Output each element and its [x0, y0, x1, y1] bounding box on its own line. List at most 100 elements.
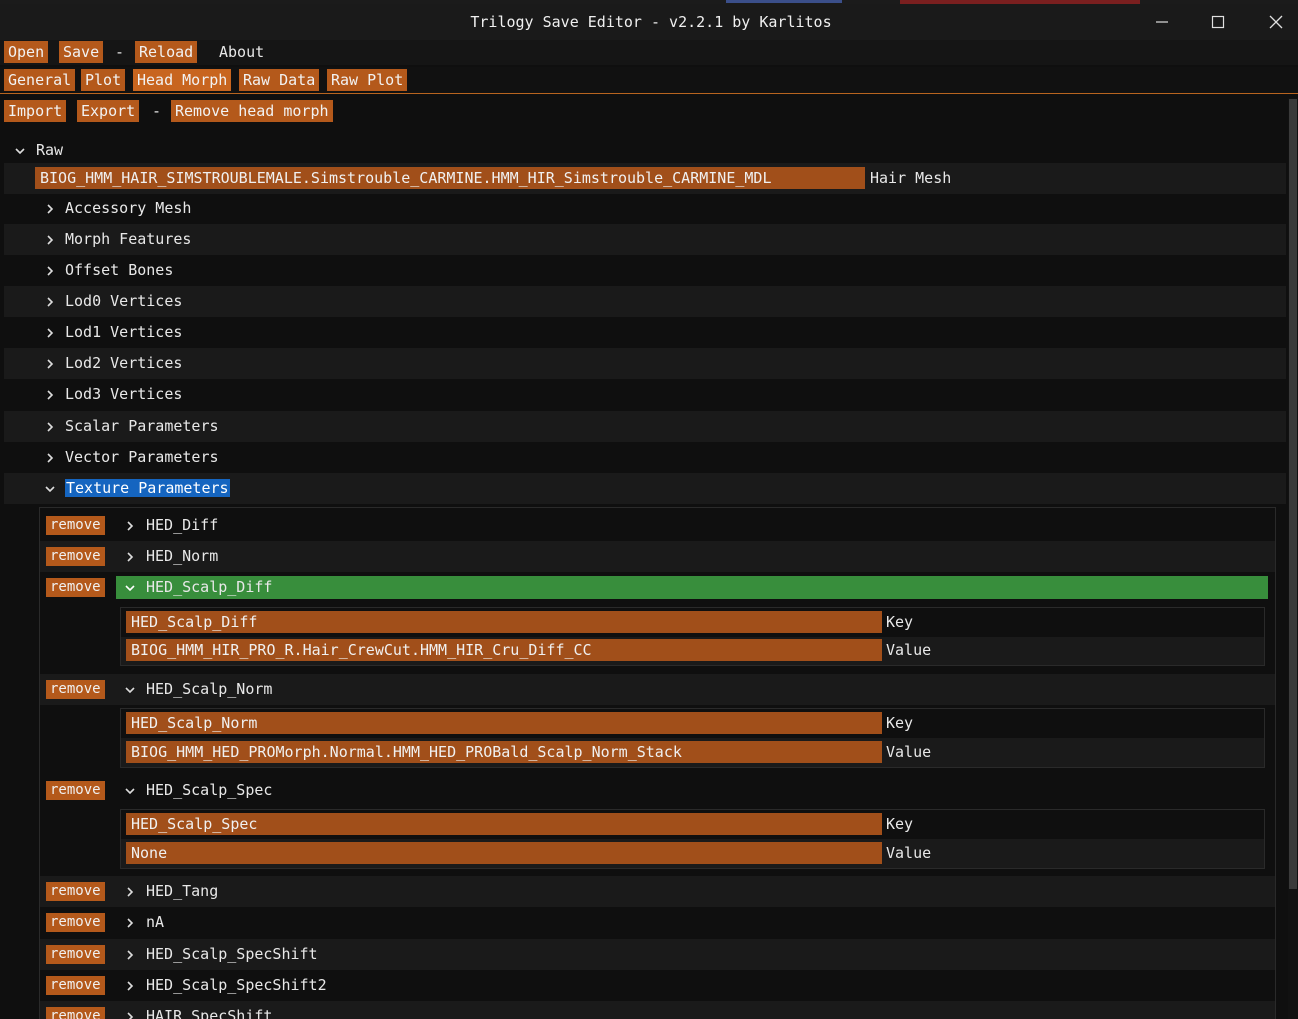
- chevron-down-icon[interactable]: [123, 674, 137, 705]
- remove-button[interactable]: remove: [46, 945, 105, 964]
- key-label: Key: [886, 815, 914, 833]
- scrollbar-thumb[interactable]: [1289, 99, 1297, 889]
- remove-button[interactable]: remove: [46, 976, 105, 995]
- remove-button[interactable]: remove: [46, 1007, 105, 1019]
- value-label: Value: [886, 641, 932, 659]
- chevron-right-icon[interactable]: [123, 939, 137, 970]
- minimize-button[interactable]: [1134, 4, 1190, 40]
- chevron-right-icon: [43, 411, 57, 442]
- texture-item-name[interactable]: HED_Scalp_Norm: [146, 674, 272, 705]
- value-field[interactable]: BIOG_HMM_HED_PROMorph.Normal.HMM_HED_PRO…: [126, 741, 882, 763]
- key-field[interactable]: HED_Scalp_Spec: [126, 813, 882, 835]
- remove-button[interactable]: remove: [46, 913, 105, 932]
- hair-mesh-field[interactable]: BIOG_HMM_HAIR_SIMSTROUBLEMALE.Simstroubl…: [35, 167, 865, 189]
- export-button[interactable]: Export: [77, 100, 140, 122]
- texture-item-name[interactable]: nA: [146, 907, 164, 938]
- close-button[interactable]: [1248, 4, 1298, 40]
- texture-item: remove nA: [40, 907, 1275, 938]
- chevron-right-icon[interactable]: [123, 1001, 137, 1019]
- open-button[interactable]: Open: [4, 41, 49, 63]
- texture-item-name[interactable]: HED_Scalp_Spec: [146, 775, 272, 806]
- texture-item: remove HAIR_SpecShift: [40, 1001, 1275, 1019]
- hair-mesh-row: BIOG_HMM_HAIR_SIMSTROUBLEMALE.Simstroubl…: [4, 163, 1286, 194]
- section-offset-bones[interactable]: Offset Bones: [4, 255, 1286, 286]
- section-label: Lod0 Vertices: [65, 292, 183, 310]
- chevron-right-icon[interactable]: [123, 970, 137, 1001]
- tab-plot[interactable]: Plot: [81, 69, 126, 91]
- section-lod0-vertices[interactable]: Lod0 Vertices: [4, 286, 1286, 317]
- texture-item-name[interactable]: HAIR_SpecShift: [146, 1001, 272, 1019]
- about-menu[interactable]: About: [219, 41, 264, 63]
- remove-button[interactable]: remove: [46, 781, 105, 800]
- tab-raw-plot[interactable]: Raw Plot: [327, 69, 408, 91]
- chevron-right-icon[interactable]: [123, 541, 137, 572]
- import-button[interactable]: Import: [4, 100, 67, 122]
- chevron-right-icon[interactable]: [123, 907, 137, 938]
- section-texture-parameters[interactable]: Texture Parameters: [4, 473, 1286, 504]
- minimize-icon: [1156, 21, 1168, 23]
- section-lod3-vertices[interactable]: Lod3 Vertices: [4, 379, 1286, 410]
- section-label: Morph Features: [65, 230, 192, 248]
- menu-bar: Open Save - Reload About: [0, 40, 1298, 65]
- remove-button[interactable]: remove: [46, 680, 105, 699]
- section-vector-parameters[interactable]: Vector Parameters: [4, 442, 1286, 473]
- tree-root-raw[interactable]: Raw: [4, 135, 1286, 166]
- texture-item-name[interactable]: HED_Norm: [146, 541, 218, 572]
- key-field[interactable]: HED_Scalp_Norm: [126, 712, 882, 734]
- texture-item: remove HED_Scalp_Spec: [40, 775, 1275, 806]
- chevron-down-icon[interactable]: [123, 775, 137, 806]
- texture-item: remove HED_Scalp_SpecShift2: [40, 970, 1275, 1001]
- section-label: Accessory Mesh: [65, 199, 192, 217]
- texture-item-name[interactable]: HED_Scalp_SpecShift: [146, 939, 318, 970]
- chevron-down-icon[interactable]: [123, 572, 137, 603]
- save-button[interactable]: Save: [59, 41, 104, 63]
- value-field[interactable]: BIOG_HMM_HIR_PRO_R.Hair_CrewCut.HMM_HIR_…: [126, 639, 882, 661]
- chevron-right-icon[interactable]: [123, 876, 137, 907]
- tab-raw-data[interactable]: Raw Data: [239, 69, 320, 91]
- texture-item: remove HED_Tang: [40, 876, 1275, 907]
- chevron-right-icon: [43, 224, 57, 255]
- menu-separator: -: [115, 43, 125, 61]
- texture-parameters-highlight: Texture Parameters: [65, 479, 230, 497]
- section-label: Lod3 Vertices: [65, 385, 183, 403]
- texture-item: remove HED_Diff: [40, 510, 1275, 541]
- remove-button[interactable]: remove: [46, 578, 105, 597]
- texture-item: remove HED_Norm: [40, 541, 1275, 572]
- section-label: Texture Parameters: [65, 473, 230, 504]
- section-label: Scalar Parameters: [65, 417, 219, 435]
- value-label: Value: [886, 743, 932, 761]
- maximize-button[interactable]: [1190, 4, 1246, 40]
- section-lod1-vertices[interactable]: Lod1 Vertices: [4, 317, 1286, 348]
- chevron-right-icon[interactable]: [123, 510, 137, 541]
- chevron-down-icon: [13, 135, 27, 166]
- section-morph-features[interactable]: Morph Features: [4, 224, 1286, 255]
- key-field[interactable]: HED_Scalp_Diff: [126, 611, 882, 633]
- remove-button[interactable]: remove: [46, 516, 105, 535]
- chevron-down-icon: [43, 473, 57, 504]
- section-label: Offset Bones: [65, 261, 174, 279]
- key-value-group: HED_Scalp_Norm Key BIOG_HMM_HED_PROMorph…: [120, 708, 1265, 768]
- tab-head-morph[interactable]: Head Morph: [133, 69, 232, 91]
- chevron-right-icon: [43, 286, 57, 317]
- tab-general[interactable]: General: [4, 69, 76, 91]
- section-label: Lod1 Vertices: [65, 323, 183, 341]
- key-value-group: HED_Scalp_Diff Key BIOG_HMM_HIR_PRO_R.Ha…: [120, 607, 1265, 666]
- section-label: Vector Parameters: [65, 448, 219, 466]
- maximize-icon: [1211, 15, 1225, 29]
- texture-item-name[interactable]: HED_Diff: [146, 510, 218, 541]
- section-lod2-vertices[interactable]: Lod2 Vertices: [4, 348, 1286, 379]
- remove-head-morph-button[interactable]: Remove head morph: [171, 100, 333, 122]
- key-label: Key: [886, 613, 914, 631]
- reload-button[interactable]: Reload: [135, 41, 198, 63]
- texture-item-name[interactable]: HED_Scalp_SpecShift2: [146, 970, 327, 1001]
- section-accessory-mesh[interactable]: Accessory Mesh: [4, 193, 1286, 224]
- section-scalar-parameters[interactable]: Scalar Parameters: [4, 411, 1286, 442]
- value-field[interactable]: None: [126, 842, 882, 864]
- texture-item: remove HED_Scalp_Norm: [40, 674, 1275, 705]
- remove-button[interactable]: remove: [46, 882, 105, 901]
- raw-tree: Raw BIOG_HMM_HAIR_SIMSTROUBLEMALE.Simstr…: [4, 134, 1286, 1019]
- key-value-group: HED_Scalp_Spec Key None Value: [120, 809, 1265, 869]
- texture-item-name[interactable]: HED_Scalp_Diff: [146, 572, 272, 603]
- remove-button[interactable]: remove: [46, 547, 105, 566]
- texture-item-name[interactable]: HED_Tang: [146, 876, 218, 907]
